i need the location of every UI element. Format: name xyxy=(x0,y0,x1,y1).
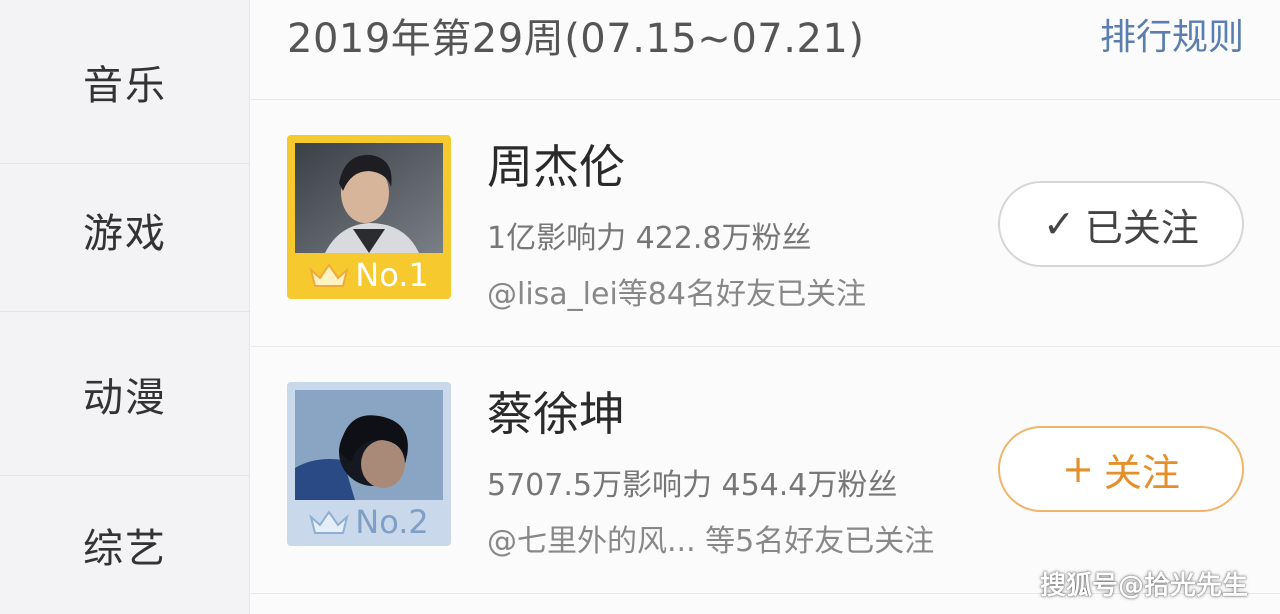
ranking-row[interactable]: No.1 周杰伦 1亿影响力 422.8万粉丝 @lisa_lei等84名好友已… xyxy=(251,101,1280,347)
ranking-row[interactable]: No.2 蔡徐坤 5707.5万影响力 454.4万粉丝 @七里外的风... 等… xyxy=(251,348,1280,594)
friends-following-text[interactable]: @lisa_lei等84名好友已关注 xyxy=(487,269,866,313)
week-title: 2019年第29周(07.15~07.21) xyxy=(287,16,865,62)
sidebar-item-music[interactable]: 音乐 xyxy=(0,0,250,164)
influence-stats: 5707.5万影响力 454.4万粉丝 xyxy=(487,468,898,503)
avatar-image xyxy=(295,390,443,500)
artist-name[interactable]: 蔡徐坤 xyxy=(487,378,625,444)
sidebar-item-games[interactable]: 游戏 xyxy=(0,148,250,312)
follow-button-label: 关注 xyxy=(1103,450,1180,495)
avatar-photo xyxy=(295,390,443,500)
ranking-rules-link[interactable]: 排行规则 xyxy=(1100,8,1244,60)
sidebar-item-anime[interactable]: 动漫 xyxy=(0,312,250,476)
sidebar-item-label: 游戏 xyxy=(83,210,167,257)
week-header: 2019年第29周(07.15~07.21) 排行规则 xyxy=(251,0,1280,100)
sidebar-item-label: 音乐 xyxy=(83,62,167,109)
sidebar-item-variety[interactable]: 综艺 xyxy=(0,476,250,614)
avatar[interactable]: No.1 xyxy=(287,135,451,299)
artist-name[interactable]: 周杰伦 xyxy=(487,131,625,197)
sidebar-item-label: 动漫 xyxy=(83,374,167,421)
friends-following-text[interactable]: @七里外的风... 等5名好友已关注 xyxy=(487,516,934,560)
check-icon: ✓ xyxy=(1043,202,1075,246)
rank-label: No.2 xyxy=(355,503,429,541)
influence-stats: 1亿影响力 422.8万粉丝 xyxy=(487,221,812,256)
category-sidebar: 音乐 游戏 动漫 综艺 xyxy=(0,0,250,614)
rank-badge: No.1 xyxy=(287,256,451,294)
avatar[interactable]: No.2 xyxy=(287,382,451,546)
sidebar-item-label: 综艺 xyxy=(83,526,167,572)
followed-button[interactable]: ✓ 已关注 xyxy=(998,181,1244,267)
crown-icon xyxy=(309,510,350,534)
avatar-image xyxy=(295,143,443,253)
watermark: 搜狐号@拾光先生 xyxy=(1039,571,1248,601)
ranking-panel: 2019年第29周(07.15~07.21) 排行规则 No.1 周杰伦 1亿影… xyxy=(251,0,1280,614)
follow-button-label: 已关注 xyxy=(1084,205,1199,250)
rank-badge: No.2 xyxy=(287,503,451,541)
avatar-photo xyxy=(295,143,443,253)
plus-icon: + xyxy=(1062,447,1094,491)
rank-label: No.1 xyxy=(355,256,429,294)
crown-icon xyxy=(309,263,350,287)
follow-button[interactable]: + 关注 xyxy=(998,426,1244,512)
